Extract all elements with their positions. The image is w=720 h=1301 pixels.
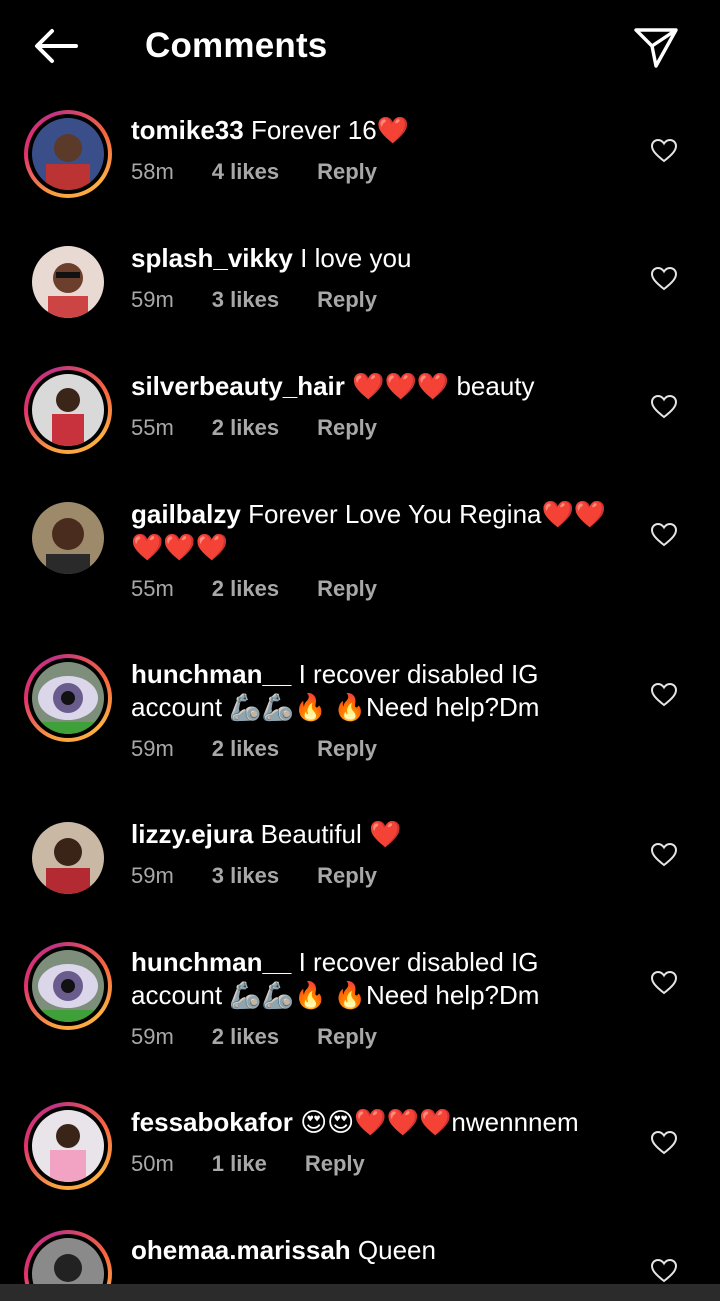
comment-username[interactable]: splash_vikky <box>131 243 293 273</box>
comment-text: hunchman__ I recover disabled IG account… <box>131 658 621 724</box>
back-button[interactable] <box>30 26 82 66</box>
comment-meta: 59m 2 likes Reply <box>131 734 621 764</box>
avatar[interactable] <box>24 814 112 902</box>
comment-row: silverbeauty_hair ❤️❤️❤️ beauty 55m 2 lik… <box>0 366 720 476</box>
comment-text: ohemaa.marissah Queen <box>131 1234 631 1267</box>
reply-button[interactable]: Reply <box>317 285 377 315</box>
reply-button[interactable]: Reply <box>317 574 377 604</box>
like-heart-icon[interactable] <box>650 1258 678 1283</box>
comment-likes[interactable]: 3 likes <box>212 861 279 891</box>
like-heart-icon[interactable] <box>650 1130 678 1155</box>
comment-text: hunchman__ I recover disabled IG account… <box>131 946 621 1012</box>
comment-username[interactable]: hunchman__ <box>131 947 291 977</box>
avatar[interactable] <box>24 1102 112 1190</box>
reply-button[interactable]: Reply <box>305 1149 365 1179</box>
comment-username[interactable]: ohemaa.marissah <box>131 1235 351 1265</box>
comment-time: 59m <box>131 1024 174 1049</box>
comment-meta: 58m 4 likes Reply <box>131 157 631 187</box>
like-heart-icon[interactable] <box>650 138 678 163</box>
reply-button[interactable]: Reply <box>317 1022 377 1052</box>
comment-time: 59m <box>131 736 174 761</box>
comment-body: ❤️❤️❤️ beauty <box>352 371 535 401</box>
avatar[interactable] <box>24 238 112 326</box>
comments-list[interactable]: tomike33 Forever 16❤️ 58m 4 likes Reply sp… <box>0 94 720 1284</box>
comment-time: 59m <box>131 863 174 888</box>
comment-text: splash_vikky I love you <box>131 242 631 275</box>
comment-username[interactable]: silverbeauty_hair <box>131 371 345 401</box>
like-heart-icon[interactable] <box>650 970 678 995</box>
comment-text: gailbalzy Forever Love You Regina❤️❤️❤️❤… <box>131 498 631 564</box>
comment-username[interactable]: gailbalzy <box>131 499 241 529</box>
comment-row: gailbalzy Forever Love You Regina❤️❤️❤️❤… <box>0 494 720 639</box>
comment-likes[interactable]: 4 likes <box>212 157 279 187</box>
reply-button[interactable]: Reply <box>317 734 377 764</box>
avatar[interactable] <box>24 654 112 742</box>
comment-text: tomike33 Forever 16❤️ <box>131 114 631 147</box>
comment-meta: 59m 3 likes Reply <box>131 285 631 315</box>
bottom-edge-bar <box>0 1284 720 1301</box>
like-heart-icon[interactable] <box>650 842 678 867</box>
comment-row: tomike33 Forever 16❤️ 58m 4 likes Reply <box>0 110 720 220</box>
comment-time: 50m <box>131 1151 174 1176</box>
avatar[interactable] <box>24 494 112 582</box>
paper-plane-icon <box>634 28 678 68</box>
reply-button[interactable]: Reply <box>317 157 377 187</box>
comment-likes[interactable]: 2 likes <box>212 734 279 764</box>
comment-body: Beautiful ❤️ <box>260 819 402 849</box>
comment-text: lizzy.ejura Beautiful ❤️ <box>131 818 631 851</box>
comment-body: 😍😍❤️❤️❤️nwennnem <box>300 1107 579 1137</box>
comment-row: fessabokafor 😍😍❤️❤️❤️nwennnem 50m 1 like R… <box>0 1102 720 1212</box>
comment-body: Queen <box>357 1235 436 1265</box>
like-heart-icon[interactable] <box>650 266 678 291</box>
top-bar: Comments <box>0 0 720 94</box>
comment-likes[interactable]: 1 like <box>212 1149 267 1179</box>
comment-meta: 55m 2 likes Reply <box>131 413 631 443</box>
comment-time: 58m <box>131 159 174 184</box>
reply-button[interactable]: Reply <box>317 861 377 891</box>
arrow-left-icon <box>35 29 78 63</box>
comment-time: 59m <box>131 287 174 312</box>
comment-row: hunchman__ I recover disabled IG account… <box>0 654 720 799</box>
comment-likes[interactable]: 2 likes <box>212 574 279 604</box>
comment-time: 55m <box>131 576 174 601</box>
comment-username[interactable]: tomike33 <box>131 115 244 145</box>
reply-button[interactable]: Reply <box>317 413 377 443</box>
avatar[interactable] <box>24 366 112 454</box>
avatar[interactable] <box>24 110 112 198</box>
comment-row: splash_vikky I love you 59m 3 likes Reply <box>0 238 720 348</box>
comment-likes[interactable]: 2 likes <box>212 413 279 443</box>
comment-text: fessabokafor 😍😍❤️❤️❤️nwennnem <box>131 1106 631 1139</box>
comment-body: I love you <box>300 243 412 273</box>
comment-body: Forever 16❤️ <box>250 115 410 145</box>
comment-username[interactable]: lizzy.ejura <box>131 819 253 849</box>
comment-time: 55m <box>131 415 174 440</box>
comment-row: hunchman__ I recover disabled IG account… <box>0 942 720 1087</box>
page-title: Comments <box>145 26 328 65</box>
avatar[interactable] <box>24 1230 112 1284</box>
like-heart-icon[interactable] <box>650 394 678 419</box>
comment-username[interactable]: hunchman__ <box>131 659 291 689</box>
avatar[interactable] <box>24 942 112 1030</box>
comment-username[interactable]: fessabokafor <box>131 1107 293 1137</box>
comment-likes[interactable]: 3 likes <box>212 285 279 315</box>
share-button[interactable] <box>632 24 680 70</box>
comment-meta: 50m 1 like Reply <box>131 1149 631 1179</box>
like-heart-icon[interactable] <box>650 522 678 547</box>
comment-likes[interactable]: 2 likes <box>212 1022 279 1052</box>
comment-meta: 59m 2 likes Reply <box>131 1022 621 1052</box>
comment-meta: 55m 2 likes Reply <box>131 574 631 604</box>
comment-meta: 59m 3 likes Reply <box>131 861 631 891</box>
like-heart-icon[interactable] <box>650 682 678 707</box>
comment-text: silverbeauty_hair ❤️❤️❤️ beauty <box>131 370 631 403</box>
comment-row: lizzy.ejura Beautiful ❤️ 59m 3 likes Reply <box>0 814 720 924</box>
comment-row: ohemaa.marissah Queen <box>0 1230 720 1284</box>
